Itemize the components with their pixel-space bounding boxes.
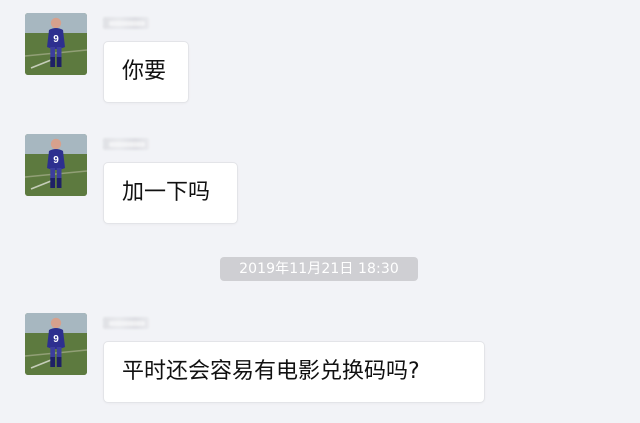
chat-area: 9 你要 9 加一下吗 2019年11月21日 18:30 9 平时还会容易有电… — [0, 0, 640, 415]
message-text: 你要 — [122, 59, 167, 84]
sender-name-blurred — [103, 17, 149, 29]
message-bubble[interactable]: 你要 — [103, 41, 189, 103]
svg-text:9: 9 — [53, 155, 59, 166]
message-row: 9 你要 — [0, 13, 640, 123]
message-row: 9 加一下吗 — [0, 134, 640, 244]
svg-text:9: 9 — [53, 34, 59, 45]
timestamp: 2019年11月21日 18:30 — [220, 257, 418, 281]
svg-text:9: 9 — [53, 334, 59, 345]
message-text: 加一下吗 — [122, 180, 211, 205]
avatar-icon[interactable]: 9 — [25, 134, 87, 196]
message-row: 9 平时还会容易有电影兑换码吗? — [0, 313, 640, 423]
sender-name-blurred — [103, 317, 149, 329]
sender-name-blurred — [103, 138, 149, 150]
message-bubble[interactable]: 加一下吗 — [103, 162, 238, 224]
avatar-icon[interactable]: 9 — [25, 13, 87, 75]
message-bubble[interactable]: 平时还会容易有电影兑换码吗? — [103, 341, 485, 403]
avatar-icon[interactable]: 9 — [25, 313, 87, 375]
message-text: 平时还会容易有电影兑换码吗? — [122, 359, 420, 384]
